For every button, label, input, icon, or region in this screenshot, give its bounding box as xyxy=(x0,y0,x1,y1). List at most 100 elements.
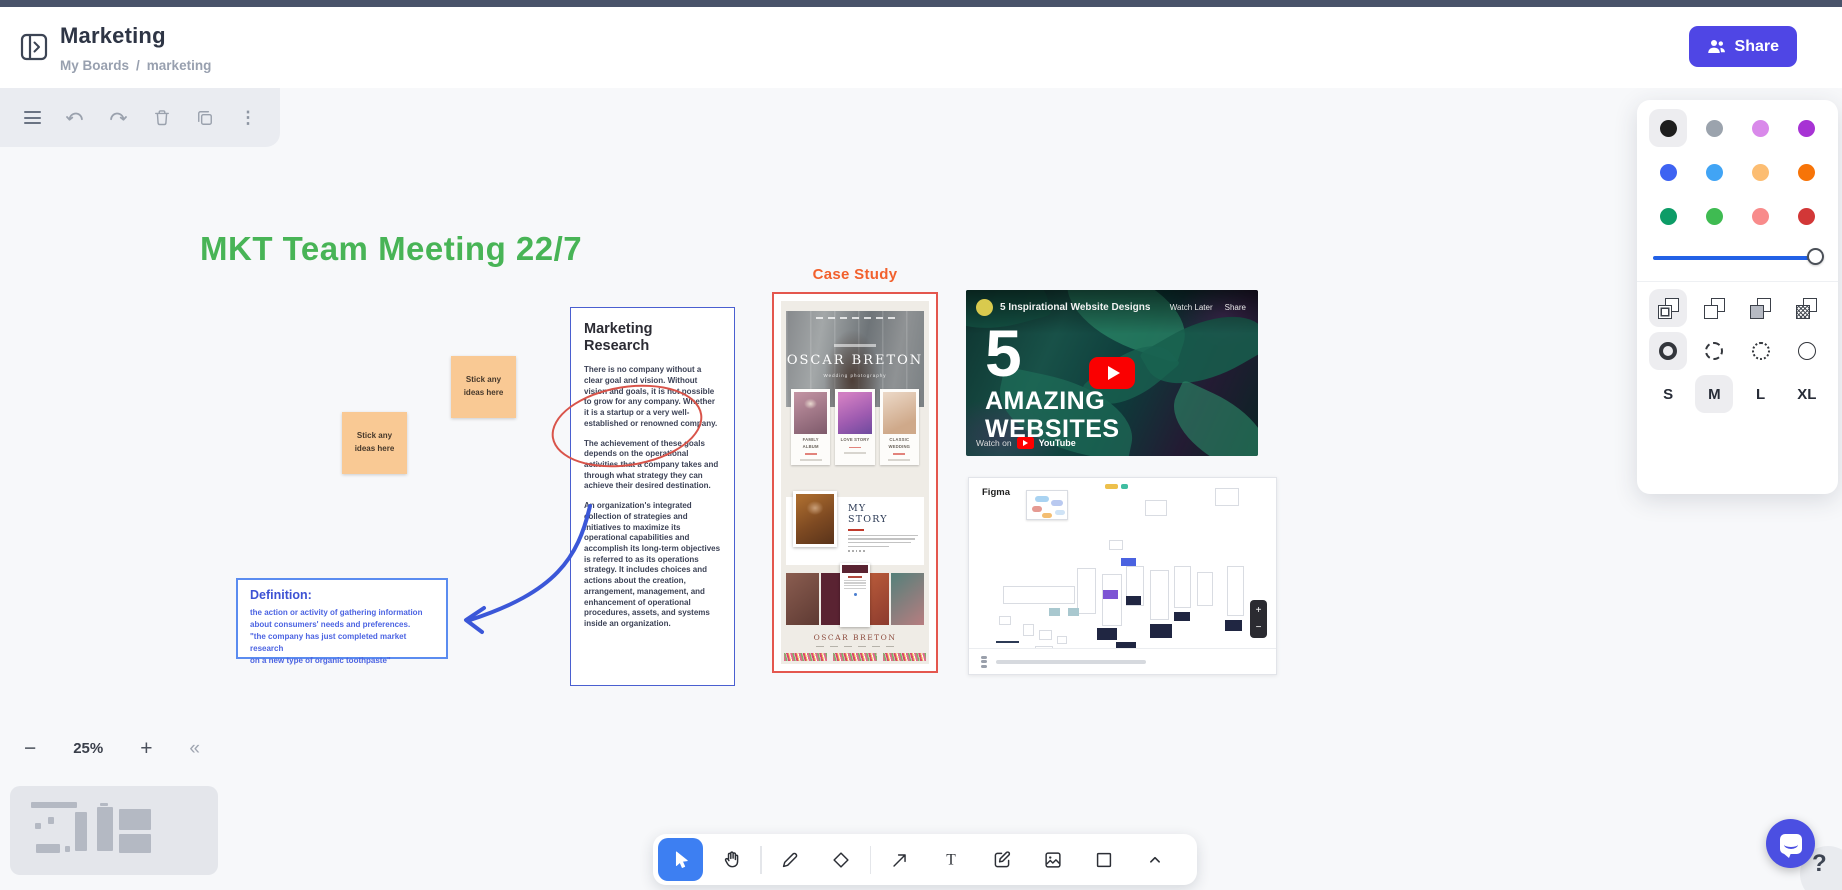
thin-circle-icon xyxy=(1797,342,1816,360)
size-option-m[interactable]: M xyxy=(1695,375,1734,413)
stroke-style-dotted[interactable] xyxy=(1742,332,1780,370)
figma-frame xyxy=(1026,490,1068,520)
color-swatch-green[interactable] xyxy=(1695,197,1733,235)
share-video-button[interactable]: Share xyxy=(1225,303,1246,312)
minimap-shape xyxy=(100,803,108,806)
people-icon xyxy=(1707,40,1725,53)
sidebar-toggle-button[interactable] xyxy=(20,32,50,62)
color-swatch-peach[interactable] xyxy=(1742,153,1780,191)
breadcrumb-parent[interactable]: My Boards xyxy=(60,58,129,73)
more-options-button[interactable]: ⋮ xyxy=(232,102,264,134)
fill-style-pattern[interactable] xyxy=(1788,289,1826,327)
undo-button[interactable] xyxy=(59,102,91,134)
sticky-note[interactable]: Stick any ideas here xyxy=(342,412,407,474)
watch-later-button[interactable]: Watch Later xyxy=(1170,303,1213,312)
text-tool-button[interactable]: T xyxy=(928,838,973,881)
website-cards-row: FAMILY ALBUM LOVE STORY CLASSIC WEDDING xyxy=(791,389,919,465)
color-swatch-sky[interactable] xyxy=(1695,153,1733,191)
figma-zoom-in[interactable]: + xyxy=(1256,605,1262,616)
color-swatch-salmon[interactable] xyxy=(1742,197,1780,235)
minimap[interactable] xyxy=(10,786,218,875)
color-swatch-purple[interactable] xyxy=(1788,109,1826,147)
figma-frame xyxy=(1174,612,1190,621)
color-swatch-gray[interactable] xyxy=(1695,109,1733,147)
website-hero-tagline: Wedding photography xyxy=(823,373,887,378)
color-dot xyxy=(1659,207,1677,225)
color-swatch-red[interactable] xyxy=(1788,197,1826,235)
fill-style-row xyxy=(1645,289,1830,327)
color-dot xyxy=(1705,163,1723,181)
video-title[interactable]: 5 Inspirational Website Designs xyxy=(1000,302,1150,313)
image-tool-button[interactable] xyxy=(1030,838,1075,881)
fill-style-outline-double[interactable] xyxy=(1649,289,1688,327)
size-option-s[interactable]: S xyxy=(1649,375,1687,413)
case-study-label[interactable]: Case Study xyxy=(772,266,938,283)
share-button[interactable]: Share xyxy=(1688,26,1797,67)
channel-avatar[interactable] xyxy=(976,299,993,316)
gallery-center-card xyxy=(840,563,870,627)
website-kicker-line xyxy=(834,344,876,347)
help-button[interactable]: ? xyxy=(1812,850,1827,878)
stroke-style-thin[interactable] xyxy=(1788,332,1826,370)
eraser-tool-button[interactable] xyxy=(819,838,864,881)
board-toolbar: ⋮ xyxy=(0,88,280,147)
figma-frame xyxy=(1039,630,1052,640)
fill-style-solid[interactable] xyxy=(1742,289,1780,327)
youtube-embed[interactable]: 5 Inspirational Website Designs Watch La… xyxy=(966,290,1258,456)
note-tool-button[interactable] xyxy=(979,838,1024,881)
youtube-brand[interactable]: YouTube xyxy=(1039,438,1076,448)
zoom-out-button[interactable]: − xyxy=(24,738,36,759)
cursor-icon xyxy=(675,850,688,868)
color-dot xyxy=(1752,119,1770,137)
minimap-shape xyxy=(119,834,151,853)
figma-zoom-control[interactable]: + − xyxy=(1250,600,1267,638)
website-card: LOVE STORY xyxy=(835,389,875,465)
menu-button[interactable] xyxy=(16,102,48,134)
color-swatch-black[interactable] xyxy=(1649,109,1688,147)
play-button[interactable] xyxy=(1089,357,1135,389)
slider-thumb[interactable] xyxy=(1807,248,1824,265)
pan-tool-button[interactable] xyxy=(709,838,754,881)
collapse-minimap-button[interactable]: « xyxy=(189,739,200,758)
stroke-style-dashed[interactable] xyxy=(1695,332,1733,370)
figma-frame xyxy=(1049,608,1060,616)
duplicate-button[interactable] xyxy=(189,102,221,134)
delete-button[interactable] xyxy=(146,102,178,134)
website-card: FAMILY ALBUM xyxy=(791,389,831,465)
color-swatch-teal[interactable] xyxy=(1649,197,1687,235)
tool-bar: T xyxy=(653,834,1197,885)
menu-icon xyxy=(23,111,41,124)
website-footer-title: OSCAR BRETON xyxy=(813,633,897,642)
canvas-board-title[interactable]: MKT Team Meeting 22/7 xyxy=(200,230,582,268)
minimap-shape xyxy=(75,812,87,851)
figma-embed[interactable]: Figma + − xyxy=(968,477,1277,675)
dashed-circle-icon xyxy=(1705,342,1724,360)
fill-style-outline[interactable] xyxy=(1695,289,1733,327)
more-tools-button[interactable] xyxy=(1132,838,1177,881)
stroke-width-slider[interactable] xyxy=(1653,248,1824,266)
slider-track[interactable] xyxy=(1653,255,1818,260)
pen-tool-button[interactable] xyxy=(768,838,813,881)
definition-text-box[interactable]: Definition: the action or activity of ga… xyxy=(236,578,448,665)
redo-button[interactable] xyxy=(102,102,134,134)
size-option-l[interactable]: L xyxy=(1742,375,1780,413)
figma-zoom-out[interactable]: − xyxy=(1256,622,1262,633)
chat-launcher-button[interactable] xyxy=(1766,819,1815,868)
play-icon xyxy=(1107,366,1120,380)
figma-frame xyxy=(1227,566,1244,616)
zoom-in-button[interactable]: + xyxy=(140,738,152,759)
select-tool-button[interactable] xyxy=(658,838,703,881)
thumbnail-number: 5 xyxy=(985,316,1022,390)
color-swatch-blue[interactable] xyxy=(1649,153,1687,191)
size-option-xl[interactable]: XL xyxy=(1788,375,1826,413)
stroke-style-bold[interactable] xyxy=(1649,332,1688,370)
toolbar-divider xyxy=(869,845,871,874)
sticky-note[interactable]: Stick any ideas here xyxy=(451,356,516,418)
website-screenshot: OSCAR BRETON Wedding photography FAMILY … xyxy=(781,301,929,664)
arrow-tool-button[interactable] xyxy=(877,838,922,881)
color-swatch-orange[interactable] xyxy=(1788,153,1826,191)
shape-tool-button[interactable] xyxy=(1081,838,1126,881)
case-study-image[interactable]: OSCAR BRETON Wedding photography FAMILY … xyxy=(772,292,938,673)
color-swatch-orchid[interactable] xyxy=(1742,109,1780,147)
blue-arrow-annotation[interactable] xyxy=(452,496,602,646)
